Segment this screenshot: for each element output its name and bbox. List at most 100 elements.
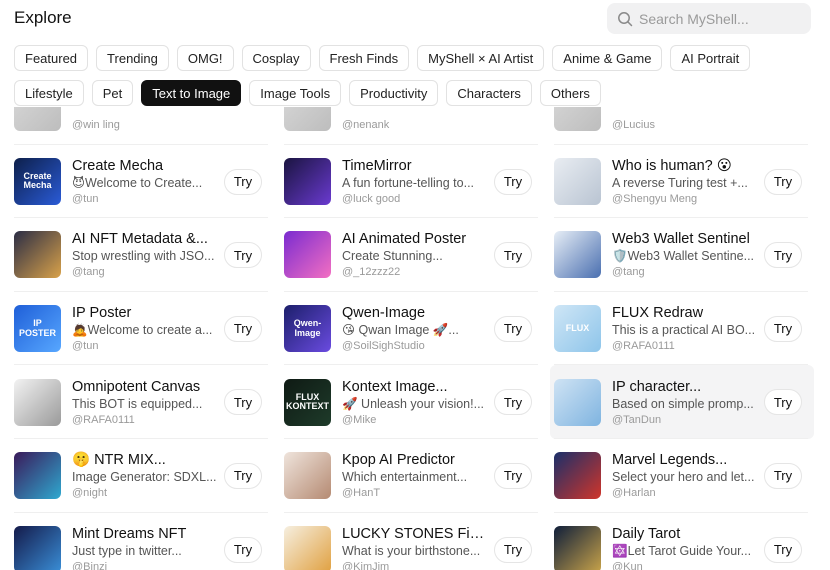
search-input[interactable] bbox=[639, 10, 799, 27]
try-button[interactable]: Try bbox=[494, 462, 532, 489]
try-button[interactable]: Try bbox=[494, 242, 532, 269]
bot-author: @tun bbox=[72, 192, 99, 205]
category-row-1: Featured Trending OMG! Cosplay Fresh Fin… bbox=[14, 45, 751, 71]
bot-description: 🚀 Unleash your vision!... bbox=[342, 396, 485, 411]
bot-card-partial[interactable]: @win ling bbox=[10, 107, 274, 145]
bot-info: Qwen-Image 😘 Qwan Image 🚀... @SoilSighStud… bbox=[342, 304, 490, 353]
bot-card[interactable]: IP character... Based on simple promp... @… bbox=[550, 365, 814, 439]
try-button[interactable]: Try bbox=[494, 536, 532, 563]
try-button[interactable]: Try bbox=[494, 168, 532, 195]
bot-card[interactable]: Kpop AI Predictor Which entertainment... @… bbox=[280, 439, 544, 513]
bot-info: Web3 Wallet Sentinel 🛡️Web3 Wallet Sentin… bbox=[612, 230, 760, 279]
bot-card[interactable]: IP POSTER IP Poster 🙇Welcome to create a..… bbox=[10, 292, 274, 366]
category-chip-others[interactable]: Others bbox=[539, 80, 601, 106]
bot-card[interactable]: TimeMirror A fun fortune-telling to... @lu… bbox=[280, 145, 544, 219]
category-chip-omg[interactable]: OMG! bbox=[176, 45, 234, 71]
bot-description: Image Generator: SDXL... bbox=[72, 470, 217, 485]
bot-author: @SoilSighStudio bbox=[342, 340, 425, 353]
search-bar[interactable] bbox=[607, 3, 811, 34]
bot-card[interactable]: Omnipotent Canvas This BOT is equipped...… bbox=[10, 365, 274, 439]
category-chip-fresh-finds[interactable]: Fresh Finds bbox=[318, 45, 410, 71]
category-chip-image-tools[interactable]: Image Tools bbox=[249, 80, 342, 106]
bot-thumbnail: FLUX bbox=[554, 305, 601, 353]
try-button[interactable]: Try bbox=[494, 389, 532, 416]
bot-author: @Harlan bbox=[612, 487, 656, 500]
bot-name: Daily Tarot bbox=[612, 525, 681, 542]
bot-card[interactable]: Create Mecha Create Mecha 😈Welcome to Crea… bbox=[10, 145, 274, 219]
thumbnail-text: FLUX KONTEXT bbox=[285, 391, 329, 412]
bot-thumbnail bbox=[14, 107, 61, 132]
bot-info: Daily Tarot 🔯Let Tarot Guide Your... @Kun bbox=[612, 525, 760, 570]
bot-description: A fun fortune-telling to... bbox=[342, 175, 475, 190]
bot-author: @RAFA0111 bbox=[612, 340, 675, 353]
bot-author: @night bbox=[72, 487, 108, 500]
category-chip-productivity[interactable]: Productivity bbox=[349, 80, 439, 106]
bot-card-partial[interactable]: @nenank bbox=[280, 107, 544, 145]
category-chip-pet[interactable]: Pet bbox=[91, 80, 134, 106]
bot-thumbnail: Qwen-Image bbox=[284, 305, 331, 353]
bot-description: 🛡️Web3 Wallet Sentine... bbox=[612, 249, 755, 264]
bot-thumbnail: FLUX KONTEXT bbox=[284, 378, 331, 426]
bot-card[interactable]: FLUX KONTEXT Kontext Image... 🚀 Unleash yo… bbox=[280, 365, 544, 439]
bot-info: AI NFT Metadata &... Stop wrestling with … bbox=[72, 230, 220, 279]
category-chip-ai-portrait[interactable]: AI Portrait bbox=[670, 45, 751, 71]
bot-card[interactable]: LUCKY STONES Finder What is your birthsto… bbox=[280, 513, 544, 570]
bot-info: Kpop AI Predictor Which entertainment... @… bbox=[342, 451, 490, 500]
bot-description: This is a practical AI BO... bbox=[612, 323, 756, 338]
try-button[interactable]: Try bbox=[764, 315, 802, 342]
bot-info: Who is human? 😮 A reverse Turing test +..… bbox=[612, 157, 760, 206]
bot-card[interactable]: Who is human? 😮 A reverse Turing test +..… bbox=[550, 145, 814, 219]
bot-card[interactable]: Qwen-Image Qwen-Image 😘 Qwan Image 🚀... @So… bbox=[280, 292, 544, 366]
try-button[interactable]: Try bbox=[224, 536, 262, 563]
bot-card[interactable]: Web3 Wallet Sentinel 🛡️Web3 Wallet Sentin… bbox=[550, 218, 814, 292]
try-button[interactable]: Try bbox=[224, 315, 262, 342]
try-button[interactable]: Try bbox=[764, 536, 802, 563]
bot-thumbnail bbox=[14, 231, 61, 279]
bot-name: IP character... bbox=[612, 378, 702, 395]
category-chip-characters[interactable]: Characters bbox=[446, 80, 532, 106]
bot-name: TimeMirror bbox=[342, 157, 412, 174]
bot-name: Omnipotent Canvas bbox=[72, 378, 201, 395]
bot-description: Stop wrestling with JSO... bbox=[72, 249, 215, 264]
bot-name: IP Poster bbox=[72, 305, 132, 322]
bot-author: @tang bbox=[72, 266, 105, 279]
try-button[interactable]: Try bbox=[224, 168, 262, 195]
thumbnail-text: Create Mecha bbox=[23, 170, 52, 191]
thumbnail-text: Qwen-Image bbox=[293, 318, 322, 338]
bot-author: @_12zzz22 bbox=[342, 266, 401, 279]
try-button[interactable]: Try bbox=[764, 389, 802, 416]
try-button[interactable]: Try bbox=[764, 242, 802, 269]
category-chip-text-to-image[interactable]: Text to Image bbox=[141, 80, 242, 106]
bot-card[interactable]: 🤫 NTR MIX... Image Generator: SDXL... @nig… bbox=[10, 439, 274, 513]
category-chip-featured[interactable]: Featured bbox=[14, 45, 89, 71]
category-chip-ai-artist[interactable]: MyShell × AI Artist bbox=[417, 45, 545, 71]
category-chip-lifestyle[interactable]: Lifestyle bbox=[14, 80, 84, 106]
bot-card[interactable]: Mint Dreams NFT Just type in twitter... @B… bbox=[10, 513, 274, 570]
bot-card[interactable]: AI Animated Poster Create Stunning... @_12… bbox=[280, 218, 544, 292]
category-chip-cosplay[interactable]: Cosplay bbox=[241, 45, 311, 71]
bot-author: @Shengyu Meng bbox=[612, 192, 698, 205]
bot-info: Mint Dreams NFT Just type in twitter... @B… bbox=[72, 525, 220, 570]
bot-card[interactable]: FLUX FLUX Redraw This is a practical AI BO… bbox=[550, 292, 814, 366]
bot-author: @Mike bbox=[342, 413, 377, 426]
try-button[interactable]: Try bbox=[224, 462, 262, 489]
bot-thumbnail bbox=[284, 452, 331, 500]
bot-card-partial[interactable]: @Lucius bbox=[550, 107, 814, 145]
try-button[interactable]: Try bbox=[764, 168, 802, 195]
category-chip-trending[interactable]: Trending bbox=[96, 45, 169, 71]
bot-info: TimeMirror A fun fortune-telling to... @lu… bbox=[342, 157, 490, 206]
bot-name: AI Animated Poster bbox=[342, 231, 467, 248]
bot-card[interactable]: Daily Tarot 🔯Let Tarot Guide Your... @Kun T… bbox=[550, 513, 814, 570]
bot-card[interactable]: AI NFT Metadata &... Stop wrestling with … bbox=[10, 218, 274, 292]
category-chip-anime-game[interactable]: Anime & Game bbox=[552, 45, 663, 71]
bot-thumbnail bbox=[14, 525, 61, 570]
bot-info: Kontext Image... 🚀 Unleash your vision!..… bbox=[342, 378, 490, 427]
bot-list[interactable]: @win ling @nenank @Lucius Create Mecha Creat… bbox=[0, 107, 830, 570]
bot-thumbnail: Create Mecha bbox=[14, 157, 61, 205]
try-button[interactable]: Try bbox=[494, 315, 532, 342]
bot-thumbnail bbox=[284, 231, 331, 279]
try-button[interactable]: Try bbox=[224, 389, 262, 416]
try-button[interactable]: Try bbox=[764, 462, 802, 489]
try-button[interactable]: Try bbox=[224, 242, 262, 269]
bot-card[interactable]: Marvel Legends... Select your hero and le… bbox=[550, 439, 814, 513]
